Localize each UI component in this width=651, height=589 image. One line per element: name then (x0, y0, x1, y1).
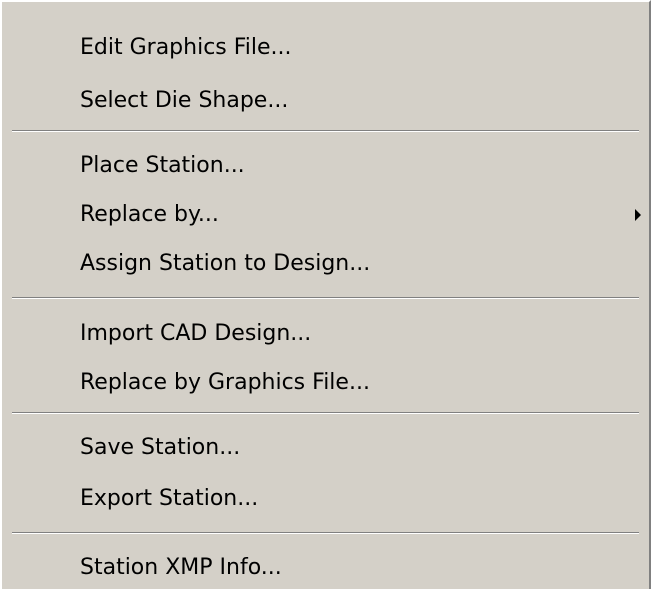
menu-item-place-station[interactable]: Place Station... (4, 146, 647, 186)
menu-item-select-die-shape[interactable]: Select Die Shape... (4, 81, 647, 121)
context-menu: Edit Graphics File... Select Die Shape..… (0, 0, 651, 589)
menu-item-export-station[interactable]: Export Station... (4, 479, 647, 519)
chevron-right-icon (635, 209, 641, 221)
menu-item-label: Edit Graphics File... (80, 35, 292, 60)
menu-item-label: Replace by Graphics File... (80, 370, 370, 395)
menu-item-label: Replace by... (80, 202, 219, 227)
menu-item-label: Save Station... (80, 435, 241, 460)
menu-item-replace-by-graphics-file[interactable]: Replace by Graphics File... (4, 363, 647, 403)
menu-separator (12, 130, 639, 132)
menu-item-import-cad-design[interactable]: Import CAD Design... (4, 314, 647, 354)
menu-item-save-station[interactable]: Save Station... (4, 428, 647, 468)
menu-item-label: Select Die Shape... (80, 88, 289, 113)
menu-separator (12, 412, 639, 414)
menu-item-label: Import CAD Design... (80, 321, 312, 346)
menu-item-station-xmp-info[interactable]: Station XMP Info... (4, 548, 647, 588)
menu-item-label: Assign Station to Design... (80, 251, 371, 276)
menu-item-label: Station XMP Info... (80, 555, 282, 580)
menu-item-edit-graphics-file[interactable]: Edit Graphics File... (4, 28, 647, 68)
menu-item-label: Place Station... (80, 153, 245, 178)
menu-item-label: Export Station... (80, 486, 259, 511)
menu-item-replace-by[interactable]: Replace by... (4, 195, 647, 235)
menu-separator (12, 532, 639, 534)
menu-item-assign-station-to-design[interactable]: Assign Station to Design... (4, 244, 647, 284)
menu-separator (12, 297, 639, 299)
